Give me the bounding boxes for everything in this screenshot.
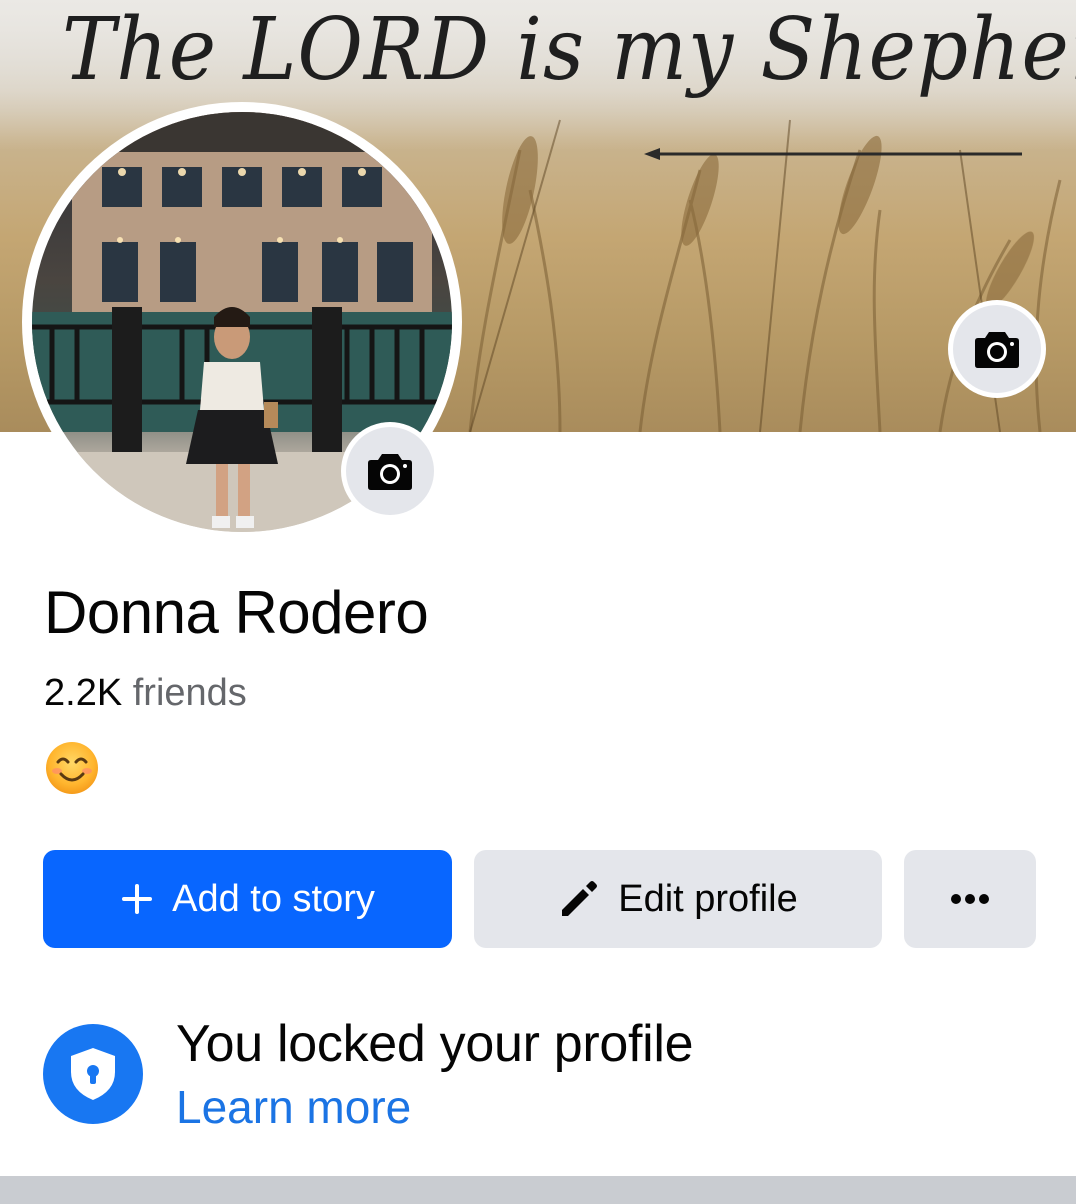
cover-caption: The LORD is my Shepherd. [62, 0, 1076, 100]
plus-icon [120, 882, 154, 916]
edit-profile-button[interactable]: Edit profile [474, 850, 882, 948]
learn-more-link[interactable]: Learn more [176, 1080, 411, 1134]
camera-icon [975, 332, 1019, 368]
more-options-button[interactable] [904, 850, 1036, 948]
camera-icon [368, 454, 412, 490]
profile-picture-camera-button[interactable] [341, 422, 439, 520]
profile-name: Donna Rodero [44, 579, 429, 646]
friends-label: friends [132, 672, 247, 714]
edit-profile-label: Edit profile [618, 877, 798, 920]
smiling-face-emoji-icon [46, 742, 98, 794]
more-dots-icon [951, 894, 989, 904]
shield-lock-icon [71, 1048, 115, 1100]
pencil-icon [558, 878, 600, 920]
add-to-story-label: Add to story [172, 877, 375, 920]
profile-locked-title: You locked your profile [176, 1015, 694, 1073]
friends-summary[interactable]: 2.2K friends [44, 672, 247, 715]
friends-count: 2.2K [44, 672, 123, 714]
cover-arrow-drawing [644, 148, 1022, 160]
profile-lock-badge [43, 1024, 143, 1124]
add-to-story-button[interactable]: Add to story [43, 850, 452, 948]
section-divider [0, 1176, 1076, 1204]
cover-camera-button[interactable] [948, 300, 1046, 398]
